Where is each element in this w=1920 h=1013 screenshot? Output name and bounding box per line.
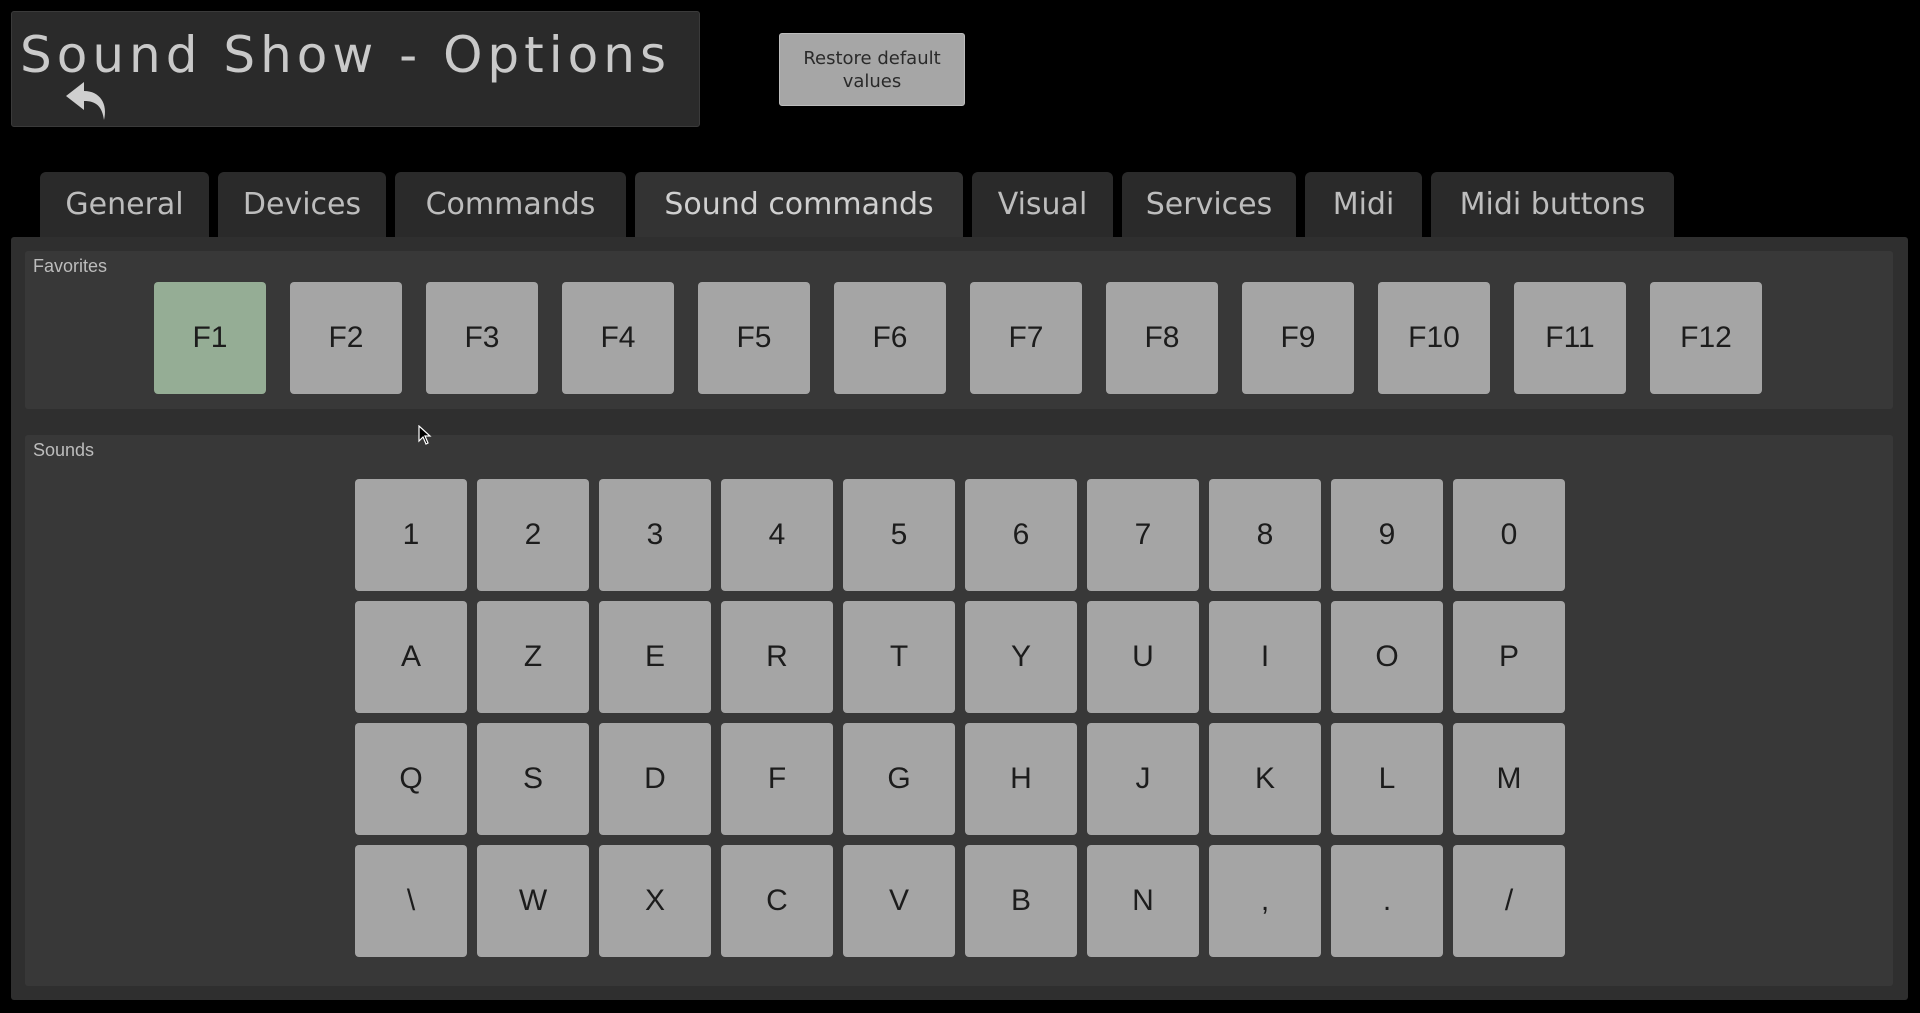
favorite-key-f1[interactable]: F1: [154, 282, 266, 394]
sound-key[interactable]: E: [599, 601, 711, 713]
sound-key[interactable]: 8: [1209, 479, 1321, 591]
sound-commands-panel: Favorites F1 F2 F3 F4 F5 F6 F7 F8 F9 F10 F11 F12 So…: [11, 237, 1908, 1000]
sound-key[interactable]: .: [1331, 845, 1443, 957]
title-panel: Sound Show - Options: [11, 11, 700, 127]
sound-key[interactable]: K: [1209, 723, 1321, 835]
sound-key[interactable]: P: [1453, 601, 1565, 713]
sound-key[interactable]: F: [721, 723, 833, 835]
favorites-label: Favorites: [33, 256, 108, 276]
favorite-key-f10[interactable]: F10: [1378, 282, 1490, 394]
favorite-key-f4[interactable]: F4: [562, 282, 674, 394]
tab-commands[interactable]: Commands: [395, 172, 626, 237]
sound-key[interactable]: Y: [965, 601, 1077, 713]
tab-sound-commands[interactable]: Sound commands: [635, 172, 963, 237]
tab-services[interactable]: Services: [1122, 172, 1296, 237]
mouse-cursor-icon: [418, 425, 432, 445]
sounds-group: Sounds 1 2 3 4 5 6 7 8 9 0 A Z E R T Y U I O P Q S D F G H J K L M \ W X…: [25, 435, 1893, 986]
sound-key[interactable]: M: [1453, 723, 1565, 835]
favorite-key-f8[interactable]: F8: [1106, 282, 1218, 394]
tab-midi[interactable]: Midi: [1305, 172, 1422, 237]
sound-key[interactable]: H: [965, 723, 1077, 835]
sound-key[interactable]: ,: [1209, 845, 1321, 957]
sound-key[interactable]: Z: [477, 601, 589, 713]
sound-key[interactable]: G: [843, 723, 955, 835]
undo-arrow-icon: [66, 82, 106, 120]
sound-key[interactable]: 9: [1331, 479, 1443, 591]
sound-key[interactable]: 3: [599, 479, 711, 591]
favorite-key-f5[interactable]: F5: [698, 282, 810, 394]
tab-general[interactable]: General: [40, 172, 209, 237]
favorite-key-f11[interactable]: F11: [1514, 282, 1626, 394]
tab-devices[interactable]: Devices: [218, 172, 386, 237]
restore-defaults-button[interactable]: Restore default values: [779, 33, 965, 106]
favorite-key-f7[interactable]: F7: [970, 282, 1082, 394]
sound-key[interactable]: X: [599, 845, 711, 957]
sound-key[interactable]: T: [843, 601, 955, 713]
sound-key[interactable]: 4: [721, 479, 833, 591]
tab-bar: General Devices Commands Sound commands …: [40, 172, 1674, 237]
sound-key[interactable]: J: [1087, 723, 1199, 835]
back-button[interactable]: [60, 76, 116, 126]
sound-key[interactable]: \: [355, 845, 467, 957]
sound-key[interactable]: 0: [1453, 479, 1565, 591]
sounds-label: Sounds: [33, 440, 95, 460]
sound-key[interactable]: I: [1209, 601, 1321, 713]
sound-key[interactable]: N: [1087, 845, 1199, 957]
sound-key[interactable]: L: [1331, 723, 1443, 835]
sound-key[interactable]: /: [1453, 845, 1565, 957]
sound-key[interactable]: U: [1087, 601, 1199, 713]
sound-key[interactable]: S: [477, 723, 589, 835]
favorite-key-f2[interactable]: F2: [290, 282, 402, 394]
sound-key[interactable]: 7: [1087, 479, 1199, 591]
sound-key[interactable]: 5: [843, 479, 955, 591]
sound-key[interactable]: B: [965, 845, 1077, 957]
sound-key[interactable]: W: [477, 845, 589, 957]
sound-key[interactable]: A: [355, 601, 467, 713]
sound-key[interactable]: R: [721, 601, 833, 713]
sound-key[interactable]: Q: [355, 723, 467, 835]
favorite-key-f6[interactable]: F6: [834, 282, 946, 394]
tab-visual[interactable]: Visual: [972, 172, 1113, 237]
sound-key[interactable]: 6: [965, 479, 1077, 591]
sound-key[interactable]: 2: [477, 479, 589, 591]
sound-key[interactable]: D: [599, 723, 711, 835]
favorites-group: Favorites F1 F2 F3 F4 F5 F6 F7 F8 F9 F10 F11 F12: [25, 251, 1893, 409]
sound-key[interactable]: O: [1331, 601, 1443, 713]
sound-key[interactable]: 1: [355, 479, 467, 591]
sound-key[interactable]: V: [843, 845, 955, 957]
tab-midi-buttons[interactable]: Midi buttons: [1431, 172, 1674, 237]
favorite-key-f9[interactable]: F9: [1242, 282, 1354, 394]
favorite-key-f12[interactable]: F12: [1650, 282, 1762, 394]
page-title: Sound Show - Options: [20, 26, 672, 84]
favorite-key-f3[interactable]: F3: [426, 282, 538, 394]
sound-key[interactable]: C: [721, 845, 833, 957]
